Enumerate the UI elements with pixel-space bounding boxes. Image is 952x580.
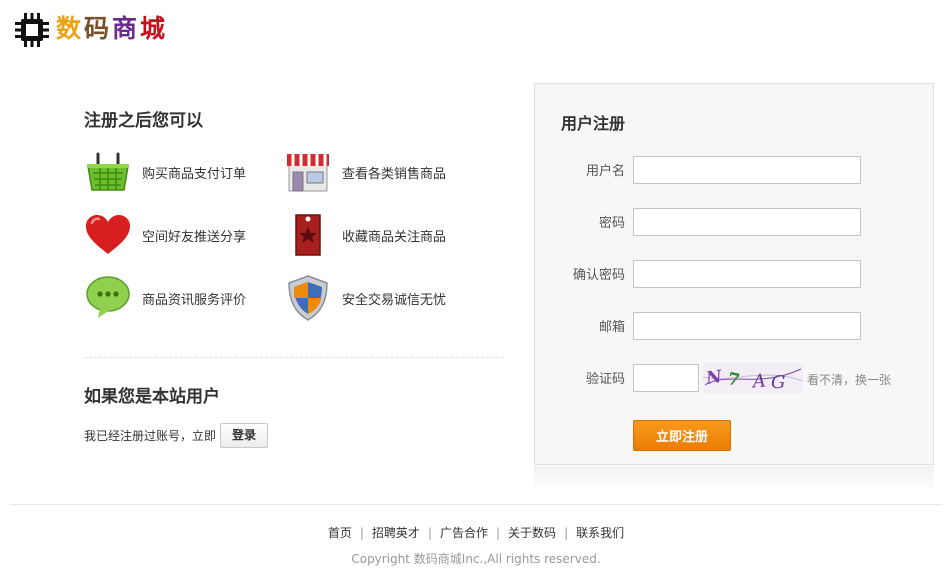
bookmark-tag-icon [295, 214, 321, 256]
password-label: 密码 [598, 216, 625, 231]
feature-item: 安全交易诚信无忧 [284, 274, 494, 322]
register-panel: 用户注册 用户名 密码 确认密码 邮箱 验证码 N 7 A G 看不清，换一张 … [534, 83, 934, 465]
feature-label: 收藏商品关注商品 [342, 229, 447, 245]
footer-links: 首页 | 招聘英才 | 广告合作 | 关于数码 | 联系我们 [327, 526, 625, 540]
footer-link-careers[interactable]: 招聘英才 [372, 526, 420, 540]
store-icon [287, 154, 329, 192]
captcha-char: N [704, 367, 725, 389]
username-input[interactable] [633, 156, 861, 184]
captcha-char: 7 [726, 369, 742, 391]
feature-label: 空间好友推送分享 [142, 229, 247, 245]
footer-link-home[interactable]: 首页 [328, 526, 352, 540]
feature-label: 安全交易诚信无忧 [342, 292, 447, 308]
footer-divider [10, 504, 942, 505]
copyright-text: Copyright 数码商城Inc.,All rights reserved. [351, 552, 601, 566]
captcha-input[interactable] [633, 364, 699, 392]
captcha-label: 验证码 [585, 372, 625, 387]
header: 数码商城 [0, 0, 952, 60]
feature-label: 商品资讯服务评价 [142, 292, 247, 308]
shopping-basket-icon [87, 152, 129, 191]
password-input[interactable] [633, 208, 861, 236]
member-title: 如果您是本站用户 [84, 387, 220, 407]
captcha-char: A [750, 370, 766, 392]
register-title: 用户注册 [561, 114, 626, 133]
captcha-image[interactable]: N 7 A G [703, 363, 803, 393]
email-label: 邮箱 [598, 320, 625, 335]
panel-shadow [534, 466, 934, 492]
feature-item: 空间好友推送分享 [84, 211, 294, 259]
logo-char: 商 [112, 14, 141, 43]
section-divider [84, 357, 504, 358]
username-label: 用户名 [585, 164, 625, 179]
footer-link-advertising[interactable]: 广告合作 [440, 526, 488, 540]
footer-link-about[interactable]: 关于数码 [508, 526, 556, 540]
heart-icon [86, 215, 130, 254]
captcha-refresh-link[interactable]: 看不清，换一张 [807, 371, 891, 388]
feature-label: 购买商品支付订单 [142, 166, 247, 182]
captcha-char: G [771, 372, 785, 393]
feature-item: 商品资讯服务评价 [84, 274, 294, 322]
benefits-title: 注册之后您可以 [84, 111, 203, 131]
logo-char: 数 [56, 14, 85, 43]
register-submit-button[interactable]: 立即注册 [633, 420, 731, 451]
confirm-password-input[interactable] [633, 260, 861, 288]
feature-item: 购买商品支付订单 [84, 148, 294, 196]
feature-item: 收藏商品关注商品 [284, 211, 494, 259]
login-prompt-text: 我已经注册过账号，立即 [84, 429, 217, 443]
login-button[interactable]: 登录 [220, 423, 269, 448]
email-input[interactable] [633, 312, 861, 340]
site-logo-text[interactable]: 数码商城 [56, 12, 168, 46]
chip-icon [15, 13, 49, 47]
confirm-password-label: 确认密码 [572, 268, 625, 283]
logo-char: 城 [140, 14, 169, 43]
footer-link-contact[interactable]: 联系我们 [576, 526, 624, 540]
login-prompt: 我已经注册过账号，立即 登录 [84, 423, 269, 448]
logo-char: 码 [84, 14, 113, 43]
feature-label: 查看各类销售商品 [342, 166, 447, 182]
shield-icon [288, 275, 328, 321]
feature-item: 查看各类销售商品 [284, 148, 494, 196]
chat-bubble-icon [86, 276, 130, 318]
